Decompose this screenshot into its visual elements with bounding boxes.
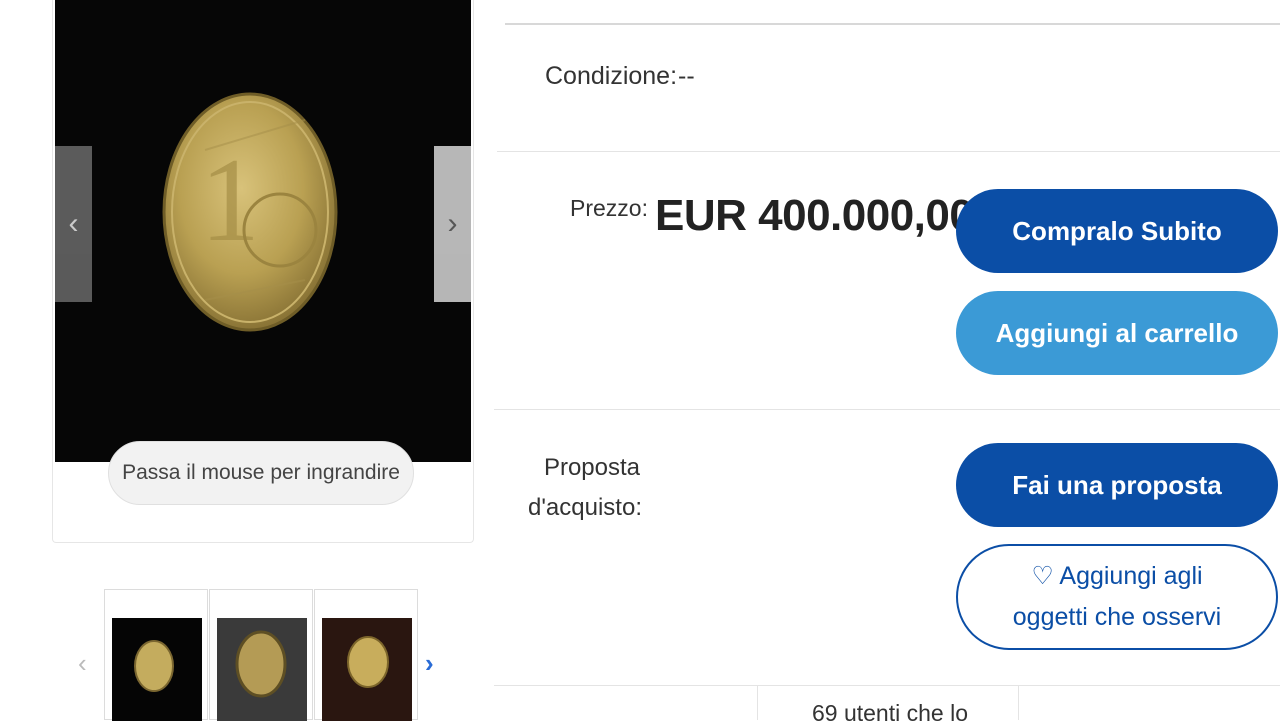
divider	[494, 685, 1280, 686]
buy-now-button[interactable]: Compralo Subito	[956, 189, 1278, 273]
stats-separator	[1018, 686, 1019, 720]
watchlist-label-line2: oggetti che osservi	[1012, 603, 1222, 631]
make-offer-button[interactable]: Fai una proposta	[956, 443, 1278, 527]
main-product-image[interactable]: 1	[55, 0, 471, 462]
watchers-count: 69 utenti che lo	[811, 700, 968, 726]
divider	[505, 23, 1280, 25]
next-image-button[interactable]: ›	[434, 146, 471, 302]
zoom-hint-pill: Passa il mouse per ingrandire	[108, 441, 414, 505]
price-value: EUR 400.000,00	[655, 191, 974, 240]
svg-text:1: 1	[200, 133, 260, 266]
thumbnail-1[interactable]	[104, 589, 208, 721]
divider	[497, 151, 1280, 152]
coin-thumbnail	[322, 618, 412, 721]
best-offer-label: Proposta d'acquisto:	[528, 454, 642, 521]
divider	[494, 409, 1280, 410]
thumbnail-prev-button[interactable]: ‹	[78, 648, 87, 679]
thumbnail-2[interactable]	[209, 589, 313, 721]
chevron-left-icon: ‹	[68, 207, 79, 240]
coin-thumbnail	[217, 618, 307, 721]
add-to-watchlist-button[interactable]: ♡ Aggiungi agli oggetti che osservi	[956, 544, 1278, 650]
coin-image: 1	[55, 0, 471, 462]
condition-label: Condizione:	[545, 62, 678, 90]
add-to-cart-button[interactable]: Aggiungi al carrello	[956, 291, 1278, 375]
watchlist-label-line1: ♡ Aggiungi agli	[1031, 562, 1203, 590]
thumbnail-next-button[interactable]: ›	[425, 648, 434, 679]
price-label: Prezzo:	[570, 195, 648, 221]
stats-separator	[757, 686, 758, 720]
condition-value: --	[678, 62, 695, 90]
thumbnail-3[interactable]	[314, 589, 418, 721]
coin-thumbnail	[112, 618, 202, 721]
previous-image-button[interactable]: ‹	[55, 146, 92, 302]
chevron-right-icon: ›	[447, 207, 458, 240]
